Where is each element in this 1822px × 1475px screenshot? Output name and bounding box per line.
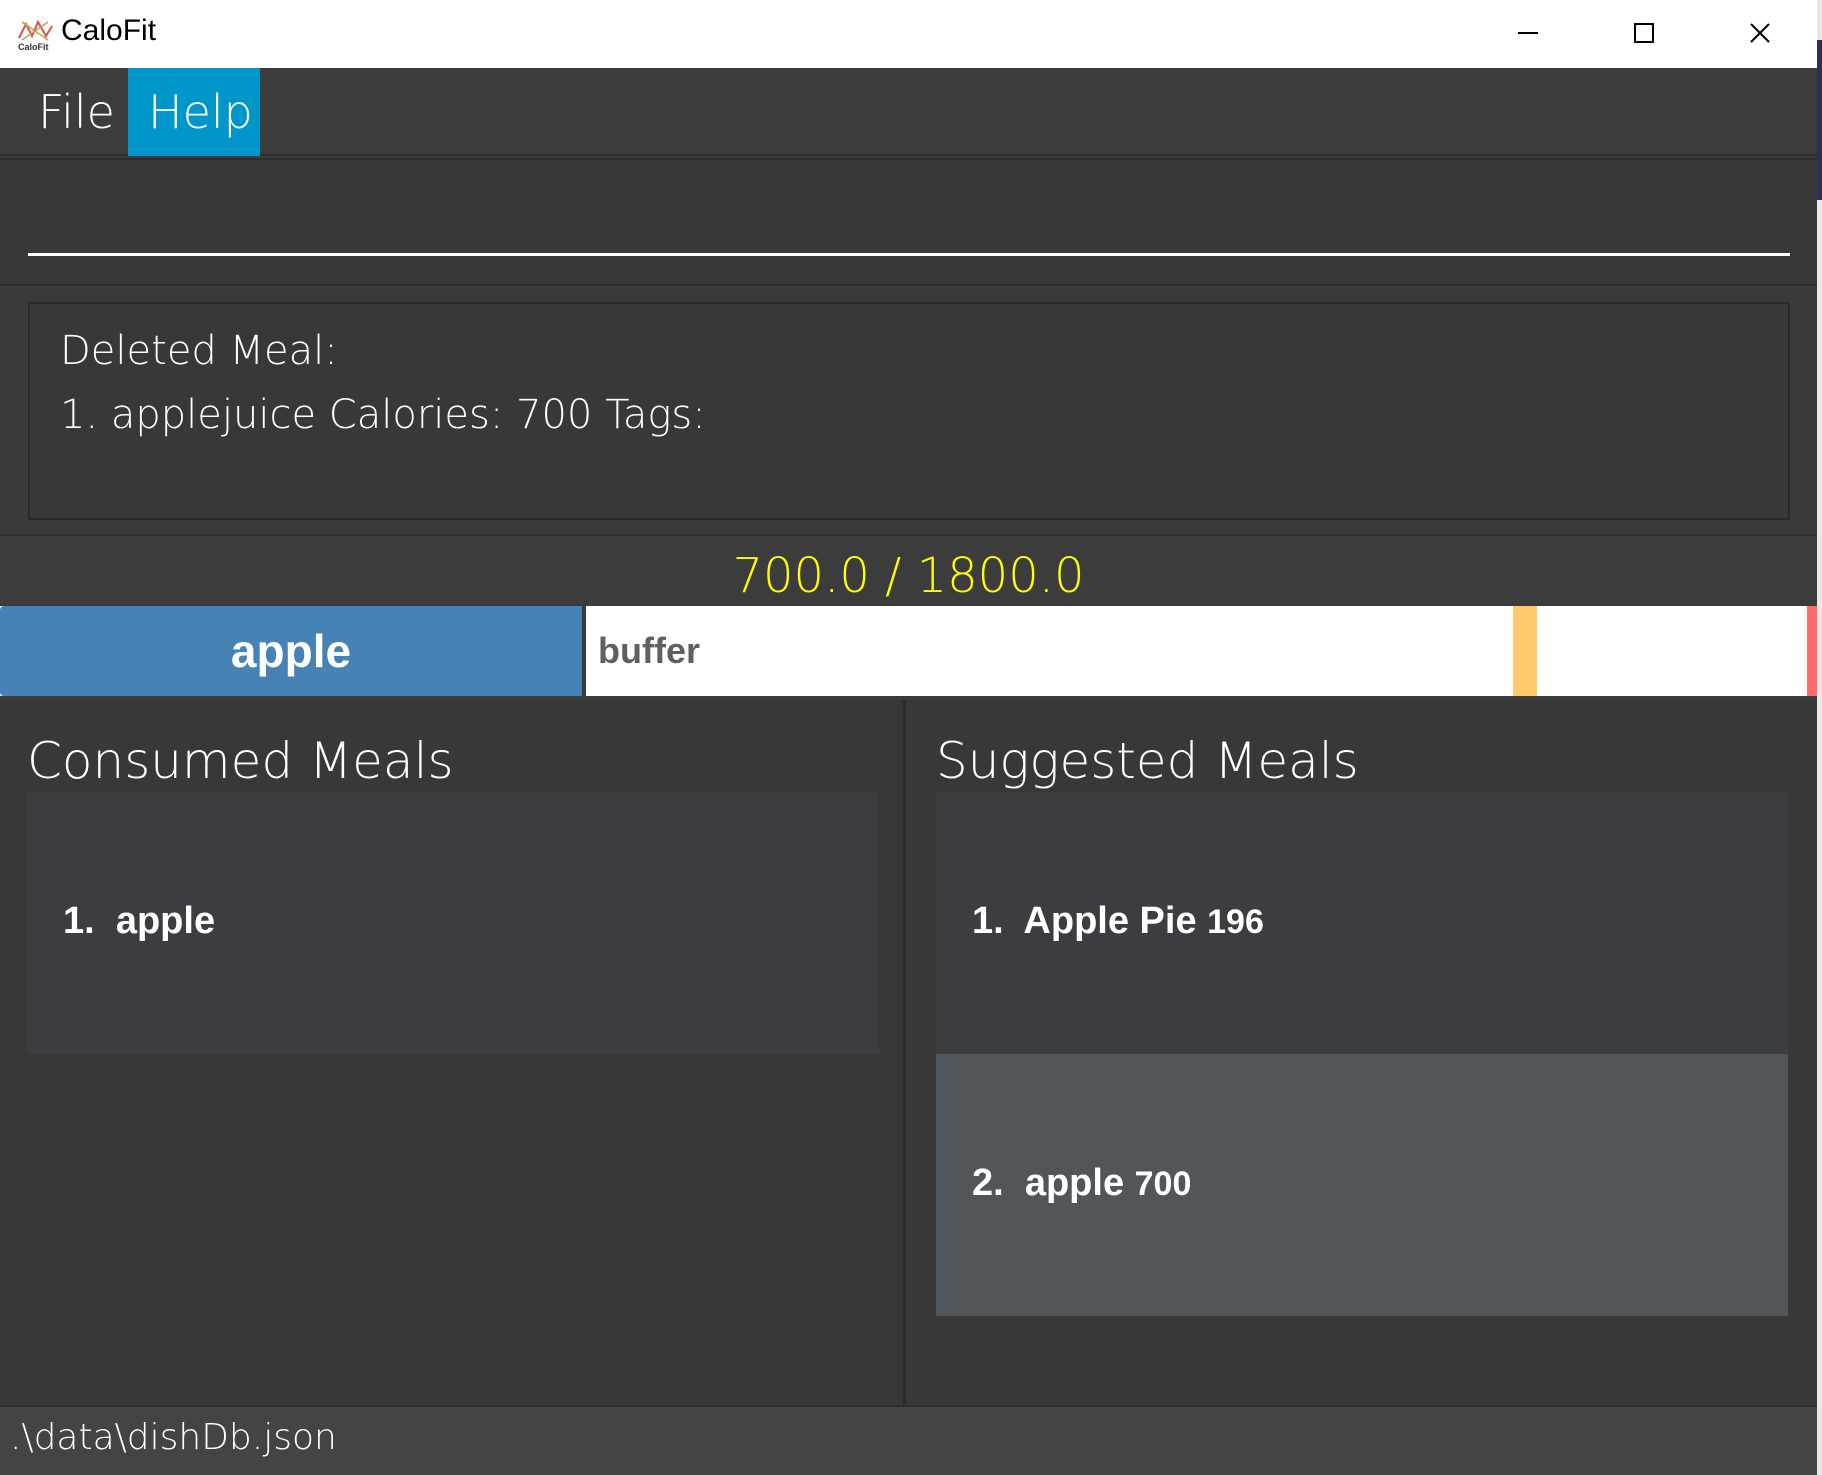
command-input[interactable] — [28, 190, 1790, 256]
calorie-progress-bar: apple buffer — [0, 604, 1817, 698]
limit-marker — [1807, 606, 1817, 696]
consumed-meals-list[interactable]: 1. apple — [27, 792, 879, 1054]
close-icon — [1750, 23, 1770, 43]
save-location: .\data\dishDb.json — [10, 1417, 337, 1458]
suggested-meals-title: Suggested Meals — [936, 732, 1359, 790]
consumed-meals-title: Consumed Meals — [27, 732, 454, 790]
consumed-meals-panel: Consumed Meals 1. apple — [0, 700, 906, 1405]
list-item-name: Apple Pie — [1023, 900, 1197, 942]
result-heading: Deleted Meal: — [60, 328, 338, 374]
consumed-segment: apple — [0, 606, 586, 696]
menu-file[interactable]: File — [0, 68, 128, 156]
list-item-index: 1. — [63, 900, 95, 942]
result-display-container: Deleted Meal: 1. applejuice Calories: 70… — [0, 288, 1817, 536]
window-edge — [1817, 0, 1822, 1475]
svg-text:CaloFit: CaloFit — [18, 42, 49, 52]
minimize-button[interactable] — [1469, 0, 1585, 68]
list-item[interactable]: 1. Apple Pie 196 — [936, 792, 1788, 1054]
meal-lists: Consumed Meals 1. apple Suggested Meals … — [0, 700, 1817, 1405]
maximize-icon — [1634, 23, 1654, 43]
result-detail: 1. applejuice Calories: 700 Tags: — [60, 392, 706, 438]
list-item-name: apple — [1024, 1162, 1125, 1204]
app-body: File Help Deleted Meal: 1. applejuice Ca… — [0, 68, 1817, 1475]
calorie-readout: 700.0 / 1800.0 — [732, 548, 1085, 604]
suggested-meals-panel: Suggested Meals 1. Apple Pie 196 2. appl… — [909, 700, 1817, 1405]
menu-help[interactable]: Help — [128, 68, 260, 156]
minimize-icon — [1518, 32, 1538, 34]
close-button[interactable] — [1701, 0, 1817, 68]
window-title: CaloFit — [61, 14, 157, 47]
status-bar: .\data\dishDb.json — [0, 1405, 1817, 1475]
list-item-index: 2. — [972, 1162, 1004, 1204]
list-item-name: apple — [115, 900, 216, 942]
list-item[interactable]: 1. apple — [27, 792, 879, 1054]
buffer-label: buffer — [598, 630, 700, 671]
list-item-calories: 700 — [1134, 1165, 1192, 1203]
list-item-index: 1. — [972, 900, 1004, 942]
command-box — [0, 158, 1817, 286]
result-display: Deleted Meal: 1. applejuice Calories: 70… — [28, 302, 1790, 520]
suggested-meals-list[interactable]: 1. Apple Pie 196 2. apple 700 — [936, 792, 1788, 1316]
calofit-logo-icon: CaloFit — [18, 19, 53, 52]
list-item[interactable]: 2. apple 700 — [936, 1054, 1788, 1316]
title-bar: CaloFit CaloFit — [0, 0, 1822, 68]
list-item-calories: 196 — [1207, 903, 1264, 941]
warning-marker — [1513, 606, 1537, 696]
maximize-button[interactable] — [1585, 0, 1701, 68]
menu-bar: File Help — [0, 68, 1817, 156]
